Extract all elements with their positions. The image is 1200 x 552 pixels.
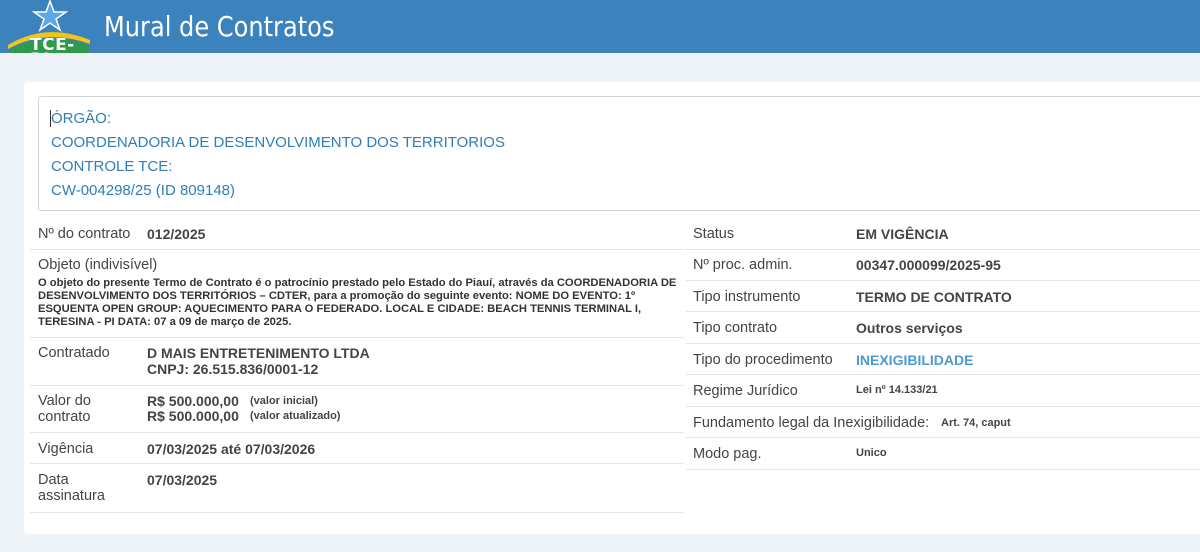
valor-label-1: Valor do (38, 393, 91, 409)
numero-label: Nº do contrato (38, 226, 131, 242)
data-label-2: assinatura (38, 488, 105, 504)
tipo-instrumento-value: TERMO DE CONTRATO (856, 289, 1012, 305)
tipo-instrumento-label: Tipo instrumento (693, 289, 801, 305)
fundamento-value: Art. 74, caput (941, 417, 1011, 429)
orgao-panel: ÓRGÃO: COORDENADORIA DE DESENVOLVIMENTO … (38, 96, 1200, 211)
valor-atualizado-note: (valor atualizado) (250, 410, 341, 422)
row-valor (30, 386, 684, 433)
objeto-label: Objeto (indivisível) (38, 257, 158, 273)
tipo-contrato-label: Tipo contrato (693, 320, 778, 336)
status-label: Status (693, 226, 735, 242)
valor-inicial: R$ 500.000,00 (147, 393, 239, 409)
row-modo-pag (686, 438, 1200, 470)
fundamento-label: Fundamento legal da Inexigibilidade: (693, 415, 930, 431)
status-value: EM VIGÊNCIA (856, 226, 949, 242)
proc-label: Nº proc. admin. (693, 257, 793, 273)
orgao-value: COORDENADORIA DE DESENVOLVIMENTO DOS TER… (51, 134, 505, 151)
proc-value: 00347.000099/2025-95 (856, 257, 1001, 273)
row-vigencia (30, 433, 684, 464)
modo-pag-label: Modo pag. (693, 446, 762, 462)
controle-value: CW-004298/25 (ID 809148) (51, 182, 235, 199)
data-value: 07/03/2025 (147, 472, 218, 488)
controle-label: CONTROLE TCE: (51, 158, 173, 175)
tce-pi-logo[interactable]: TCE-PI (6, 0, 92, 53)
objeto-text: O objeto do presente Termo de Contrato é… (38, 277, 677, 328)
regime-value: Lei nº 14.133/21 (856, 384, 938, 396)
numero-value: 012/2025 (147, 226, 206, 242)
app-header: TCE-PI Mural de Contratos (0, 0, 1200, 53)
row-data-assinatura (30, 464, 684, 513)
vigencia-label: Vigência (38, 441, 94, 457)
valor-inicial-note: (valor inicial) (250, 395, 318, 407)
data-label-1: Data (38, 472, 69, 488)
tipo-procedimento-link[interactable]: INEXIGIBILIDADE (856, 352, 973, 368)
regime-label: Regime Jurídico (693, 383, 798, 399)
valor-atualizado: R$ 500.000,00 (147, 408, 239, 424)
valor-label-2: contrato (38, 409, 91, 425)
tipo-contrato-value: Outros serviços (856, 320, 963, 336)
modo-pag-value: Unico (856, 447, 887, 459)
vigencia-value: 07/03/2025 até 07/03/2026 (147, 441, 316, 457)
contratado-cnpj: CNPJ: 26.515.836/0001-12 (147, 361, 319, 377)
tipo-procedimento-label: Tipo do procedimento (693, 352, 833, 368)
contratado-name: D MAIS ENTRETENIMENTO LTDA (147, 345, 370, 361)
orgao-label: ÓRGÃO: (51, 110, 112, 127)
logo-text: TCE-PI (30, 38, 75, 53)
page-title: Mural de Contratos (104, 10, 335, 43)
contratado-label: Contratado (38, 345, 110, 361)
